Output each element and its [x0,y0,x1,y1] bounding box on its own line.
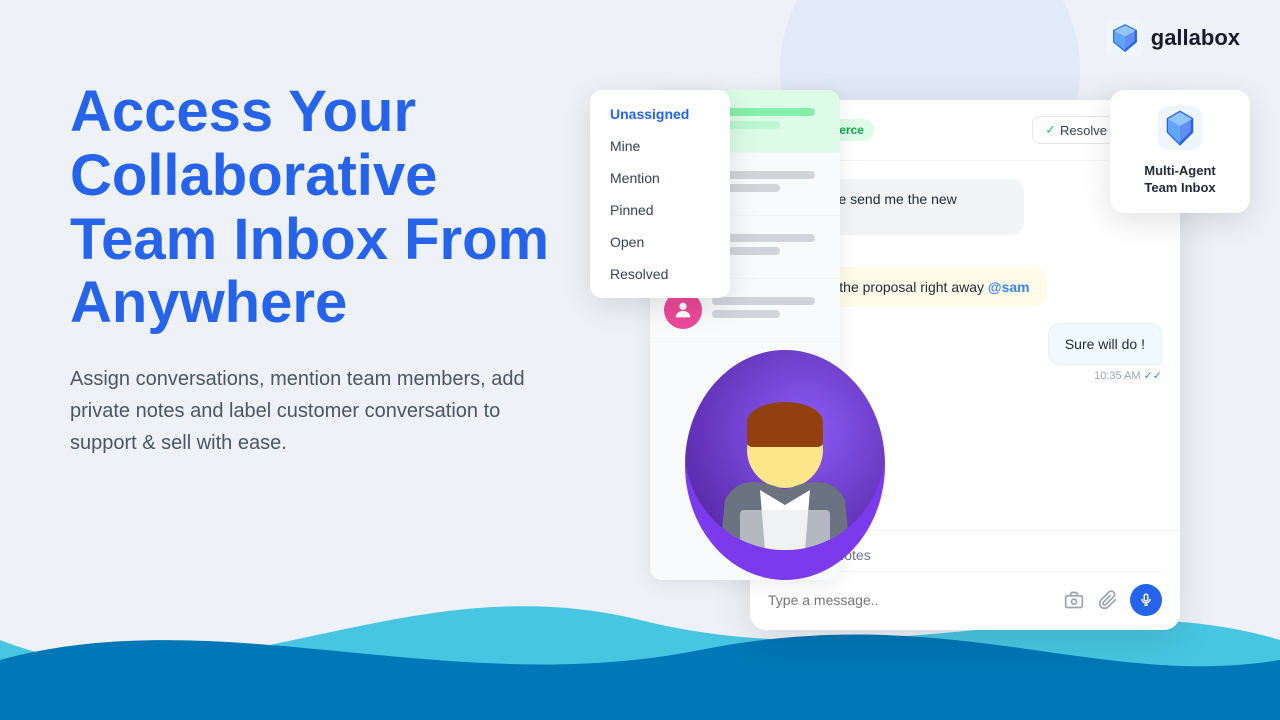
check-icon: ✓ [1045,122,1056,138]
delivered-icon: ✓✓ [1144,369,1162,382]
dropdown-item-open[interactable]: Open [590,226,730,258]
sidebar-lines-4 [712,297,826,323]
left-content: Access Your Collaborative Team Inbox Fro… [70,80,590,459]
mockup-container: Unassigned Mine Mention Pinned Open Reso… [570,80,1250,640]
dropdown-item-pinned[interactable]: Pinned [590,194,730,226]
hero-title: Access Your Collaborative Team Inbox Fro… [70,80,590,335]
mic-button[interactable] [1130,584,1162,616]
dropdown-item-unassigned[interactable]: Unassigned [590,98,730,130]
multi-agent-icon [1158,106,1202,150]
multi-agent-label: Multi-Agent Team Inbox [1130,163,1230,197]
hero-subtitle: Assign conversations, mention team membe… [70,363,550,459]
multi-agent-card: Multi-Agent Team Inbox [1110,90,1250,213]
brand-name: gallabox [1151,25,1240,51]
message-time-sent: 10:35 AM ✓✓ [1048,369,1162,382]
person-illustration [685,350,885,580]
chat-input-row [768,584,1162,616]
message-sent: Sure will do ! 10:35 AM ✓✓ [1048,323,1162,382]
dropdown-item-mine[interactable]: Mine [590,130,730,162]
attach-icon[interactable] [1096,588,1120,612]
logo-icon [1107,20,1143,56]
message-text-sent: Sure will do ! [1065,336,1145,352]
camera-icon[interactable] [1062,588,1086,612]
bubble-sent: Sure will do ! [1048,323,1162,365]
dropdown-card: Unassigned Mine Mention Pinned Open Reso… [590,90,730,298]
chat-input-icons [1062,584,1162,616]
mention-tag: @sam [988,279,1030,295]
dropdown-item-mention[interactable]: Mention [590,162,730,194]
header: gallabox [1107,20,1240,56]
resolve-button[interactable]: ✓ Resolve [1032,116,1120,144]
message-input[interactable] [768,592,1052,608]
dropdown-item-resolved[interactable]: Resolved [590,258,730,290]
